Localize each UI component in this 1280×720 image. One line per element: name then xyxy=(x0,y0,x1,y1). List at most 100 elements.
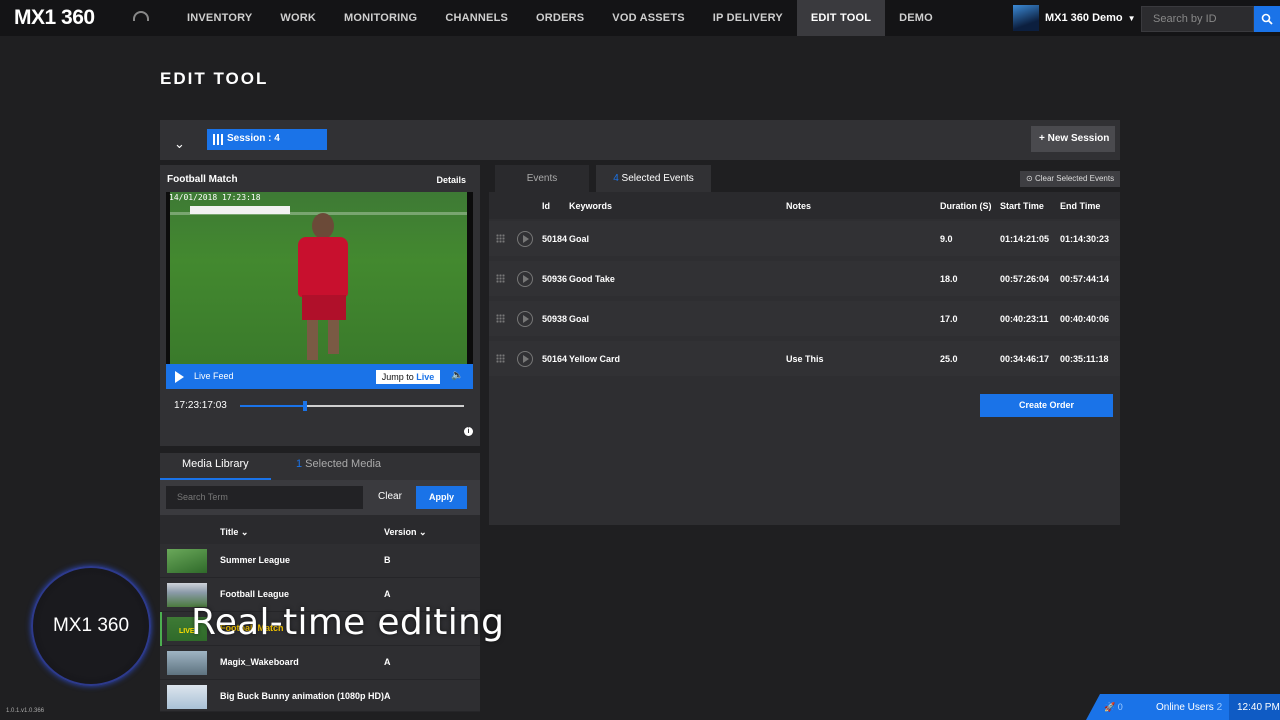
event-id: 50938 xyxy=(542,314,568,324)
drag-handle-icon[interactable] xyxy=(496,354,505,363)
event-row[interactable]: 50164 Yellow Card Use This 25.0 00:34:46… xyxy=(489,341,1120,376)
event-row[interactable]: 50938 Goal 17.0 00:40:23:11 00:40:40:06 xyxy=(489,301,1120,336)
nav-orders[interactable]: ORDERS xyxy=(522,0,598,36)
search-icon xyxy=(1261,13,1273,25)
event-keyword: Goal xyxy=(569,314,590,324)
col-end-time: End Time xyxy=(1060,201,1101,211)
media-version: A xyxy=(384,657,391,667)
event-keyword: Good Take xyxy=(569,274,615,284)
tab-events[interactable]: Events xyxy=(495,165,589,192)
play-icon[interactable] xyxy=(175,371,184,383)
create-order-button[interactable]: Create Order xyxy=(980,394,1113,417)
plus-icon: + xyxy=(1039,133,1048,144)
top-nav: MX1 360 INVENTORY WORK MONITORING CHANNE… xyxy=(0,0,1280,36)
user-menu[interactable]: MX1 360 Demo ▼ xyxy=(1013,5,1136,31)
clear-circle-icon: ⊙ xyxy=(1026,174,1035,183)
video-panel: Football Match Details 14/01/2018 17:23:… xyxy=(160,165,480,446)
event-duration: 25.0 xyxy=(940,354,958,364)
event-keyword: Goal xyxy=(569,234,590,244)
player-figure xyxy=(328,320,339,354)
clear-button[interactable]: Clear xyxy=(378,491,402,502)
nav-vod-assets[interactable]: VOD ASSETS xyxy=(598,0,699,36)
drag-handle-icon[interactable] xyxy=(496,234,505,243)
col-id: Id xyxy=(542,201,550,211)
search-button[interactable] xyxy=(1254,6,1280,32)
nav-inventory[interactable]: INVENTORY xyxy=(173,0,266,36)
event-start: 00:40:23:11 xyxy=(1000,314,1049,324)
session-bar: ⌄ Session : 4 + New Session xyxy=(160,120,1120,160)
chevron-down-icon[interactable]: ⌄ xyxy=(174,136,185,152)
column-version-label: Version xyxy=(384,527,417,537)
nav-ip-delivery[interactable]: IP DELIVERY xyxy=(699,0,797,36)
media-title: Football League xyxy=(220,589,290,599)
event-duration: 17.0 xyxy=(940,314,958,324)
media-version: A xyxy=(384,691,391,701)
player-figure xyxy=(302,295,346,320)
nav-channels[interactable]: CHANNELS xyxy=(431,0,522,36)
nav-monitoring[interactable]: MONITORING xyxy=(330,0,431,36)
media-row[interactable]: Magix_Wakeboard A xyxy=(160,646,480,680)
nav-demo[interactable]: DEMO xyxy=(885,0,947,36)
player-figure xyxy=(307,320,318,360)
video-scrubber[interactable] xyxy=(240,401,464,411)
column-version[interactable]: Version ⌄ xyxy=(384,527,427,538)
tab-selected-media[interactable]: 1 Selected Media xyxy=(296,458,381,470)
rocket-icon: 🚀 xyxy=(1104,701,1116,712)
scrubber-handle[interactable] xyxy=(302,401,307,411)
details-link[interactable]: Details xyxy=(436,175,466,185)
event-row[interactable]: 50936 Good Take 18.0 00:57:26:04 00:57:4… xyxy=(489,261,1120,296)
user-name: MX1 360 Demo xyxy=(1045,12,1123,24)
column-title-label: Title xyxy=(220,527,239,537)
media-version: A xyxy=(384,589,391,599)
app-logo[interactable]: MX1 360 xyxy=(14,6,95,30)
media-row[interactable]: Big Buck Bunny animation (1080p HD) A xyxy=(160,680,480,712)
clear-selected-events-button[interactable]: ⊙ Clear Selected Events xyxy=(1020,171,1120,187)
tab-selected-events[interactable]: 4 Selected Events xyxy=(596,165,711,192)
new-session-label: New Session xyxy=(1047,133,1110,144)
notifications-widget[interactable]: 🚀 0 xyxy=(1086,694,1141,720)
event-row[interactable]: 50184 Goal 9.0 01:14:21:05 01:14:30:23 xyxy=(489,221,1120,256)
media-search-input[interactable]: Search Term xyxy=(166,486,363,509)
play-icon[interactable] xyxy=(517,231,533,247)
event-start: 01:14:21:05 xyxy=(1000,234,1050,244)
time-display: 17:23:17:03 xyxy=(174,400,227,411)
play-icon[interactable] xyxy=(517,271,533,287)
video-player[interactable]: 14/01/2018 17:23:18 xyxy=(166,192,473,364)
event-duration: 18.0 xyxy=(940,274,958,284)
media-thumbnail xyxy=(167,685,207,709)
dashboard-gauge-icon[interactable] xyxy=(133,11,149,21)
nav-edit-tool[interactable]: EDIT TOOL xyxy=(796,0,886,36)
col-duration: Duration (S) xyxy=(940,201,992,211)
avatar xyxy=(1013,5,1039,31)
media-title: Summer League xyxy=(220,555,291,565)
drag-handle-icon[interactable] xyxy=(496,314,505,323)
events-table-header: Id Keywords Notes Duration (S) Start Tim… xyxy=(489,192,1120,219)
play-icon[interactable] xyxy=(517,311,533,327)
media-version: B xyxy=(384,555,391,565)
apply-button[interactable]: Apply xyxy=(416,486,467,509)
online-users-widget[interactable]: Online Users 2 xyxy=(1141,694,1229,720)
player-figure xyxy=(312,213,334,239)
media-thumbnail xyxy=(167,549,207,573)
session-label: Session : 4 xyxy=(227,133,280,144)
search-input[interactable]: Search by ID xyxy=(1141,6,1254,32)
drag-handle-icon[interactable] xyxy=(496,274,505,283)
column-title[interactable]: Title ⌄ xyxy=(220,527,248,538)
overlay-caption: Real-time editing xyxy=(191,602,505,643)
jump-to-live-button[interactable]: Jump to Live xyxy=(376,370,440,384)
volume-icon[interactable]: 🔈 xyxy=(451,370,463,381)
new-session-button[interactable]: + New Session xyxy=(1031,126,1115,152)
col-start-time: Start Time xyxy=(1000,201,1044,211)
play-icon[interactable] xyxy=(517,351,533,367)
media-row[interactable]: Summer League B xyxy=(160,544,480,578)
online-users-count: 2 xyxy=(1216,702,1223,713)
media-title: Big Buck Bunny animation (1080p HD) xyxy=(220,691,385,701)
nav-work[interactable]: WORK xyxy=(266,0,330,36)
media-title: Magix_Wakeboard xyxy=(220,657,299,667)
sliders-icon xyxy=(213,134,223,145)
player-figure xyxy=(298,237,348,297)
col-keywords: Keywords xyxy=(569,201,613,211)
tab-media-library[interactable]: Media Library xyxy=(160,458,271,480)
session-selector[interactable]: Session : 4 xyxy=(207,129,327,150)
info-icon[interactable]: i xyxy=(464,427,473,436)
